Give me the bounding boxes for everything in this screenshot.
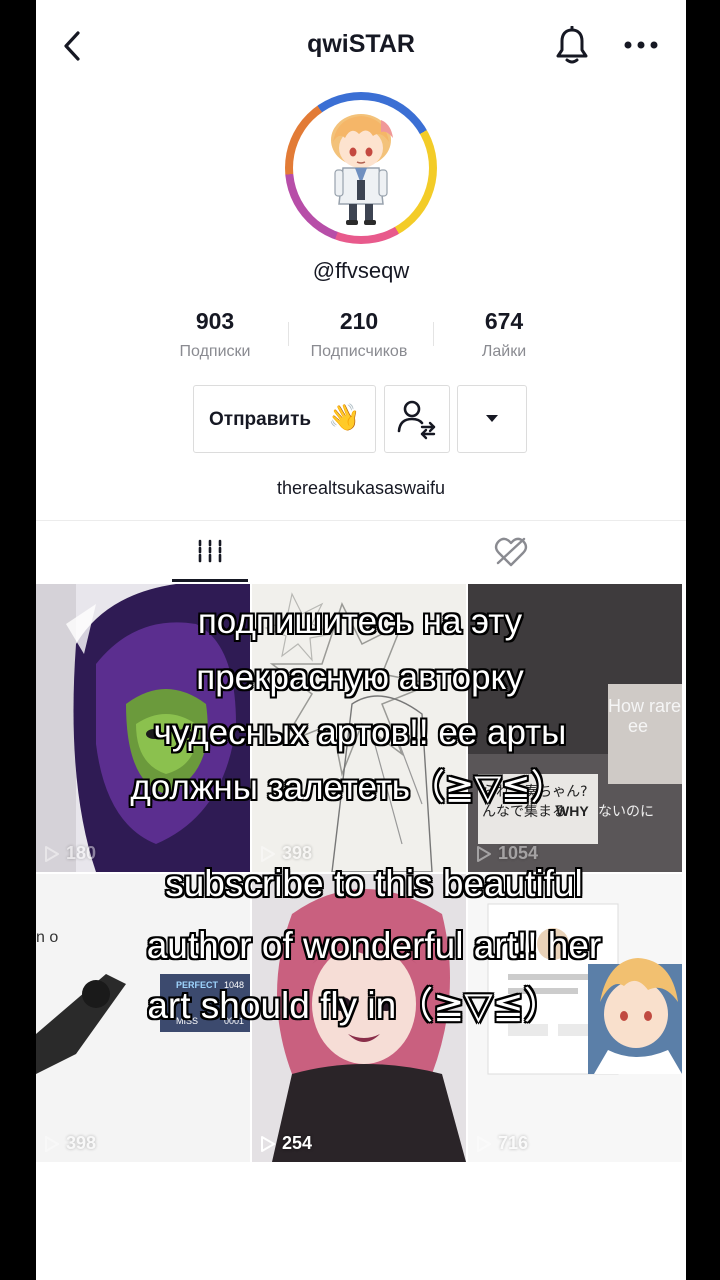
following-status-button[interactable]	[384, 385, 450, 453]
view-count-value: 716	[498, 1133, 529, 1153]
view-count-value: 1054	[498, 843, 539, 863]
play-icon	[261, 845, 275, 862]
view-count: 180	[44, 843, 96, 864]
message-button-label: Отправить	[209, 409, 312, 430]
overlay-caption-en-line: subscribe to this beautiful	[165, 863, 583, 904]
overlay-caption-ru-line: прекрасную авторку	[196, 658, 524, 697]
play-icon	[261, 1135, 275, 1152]
play-icon	[477, 845, 491, 862]
view-count-value: 180	[66, 843, 97, 863]
tab-liked-hidden[interactable]	[476, 521, 546, 583]
likes-stat[interactable]: 674 Лайки	[429, 308, 579, 361]
likes-count: 674	[484, 308, 524, 334]
suggested-accounts-button[interactable]	[457, 385, 527, 453]
profile-bio: therealtsukasaswaifu	[276, 478, 446, 498]
overlay-caption-ru-line: должны залететь（≧▽≦）	[130, 768, 566, 807]
avatar[interactable]	[285, 92, 437, 244]
followers-count: 210	[339, 308, 379, 334]
overlay-caption-ru-line: чудесных артов!! ее арты	[153, 713, 567, 752]
view-count: 398	[44, 1133, 96, 1154]
following-label: Подписки	[179, 343, 251, 360]
overlay-caption-ru-line: подпишитесь на эту	[197, 602, 523, 641]
followers-stat[interactable]: 210 Подписчиков	[284, 308, 434, 361]
overlay-caption-en-line: art should fly in（≧▽≦）	[147, 985, 561, 1026]
more-options-button[interactable]	[622, 34, 662, 56]
tab-videos[interactable]	[171, 521, 251, 583]
waving-hand-icon: 👋	[328, 402, 361, 432]
play-icon	[45, 1135, 59, 1152]
more-dots-icon	[624, 41, 658, 49]
active-tab-indicator	[172, 579, 248, 582]
view-count-value: 254	[282, 1133, 313, 1153]
grid-icon	[198, 539, 222, 563]
content-tabs	[36, 520, 686, 585]
user-following-icon	[397, 400, 436, 440]
bell-icon	[556, 25, 588, 64]
view-count-value: 398	[66, 1133, 97, 1153]
view-count: 716	[476, 1133, 528, 1154]
view-count-value: 398	[282, 843, 313, 863]
notifications-button[interactable]	[554, 25, 590, 66]
message-button[interactable]: Отправить 👋	[193, 385, 376, 453]
overlay-caption-en-line: author of wonderful art!! her	[146, 925, 602, 966]
followers-label: Подписчиков	[310, 343, 408, 360]
view-count: 1054	[476, 843, 538, 864]
following-count: 903	[195, 308, 235, 334]
view-count: 254	[260, 1133, 312, 1154]
play-icon	[477, 1135, 491, 1152]
username-handle: @ffvseqw	[312, 258, 410, 283]
header: qwiSTAR	[36, 0, 686, 92]
caret-down-icon	[486, 415, 498, 422]
hidden-liked-icon	[494, 537, 528, 567]
likes-label: Лайки	[481, 343, 527, 360]
view-count: 398	[260, 843, 312, 864]
following-stat[interactable]: 903 Подписки	[140, 308, 290, 361]
avatar-image	[331, 114, 393, 225]
play-icon	[45, 845, 59, 862]
